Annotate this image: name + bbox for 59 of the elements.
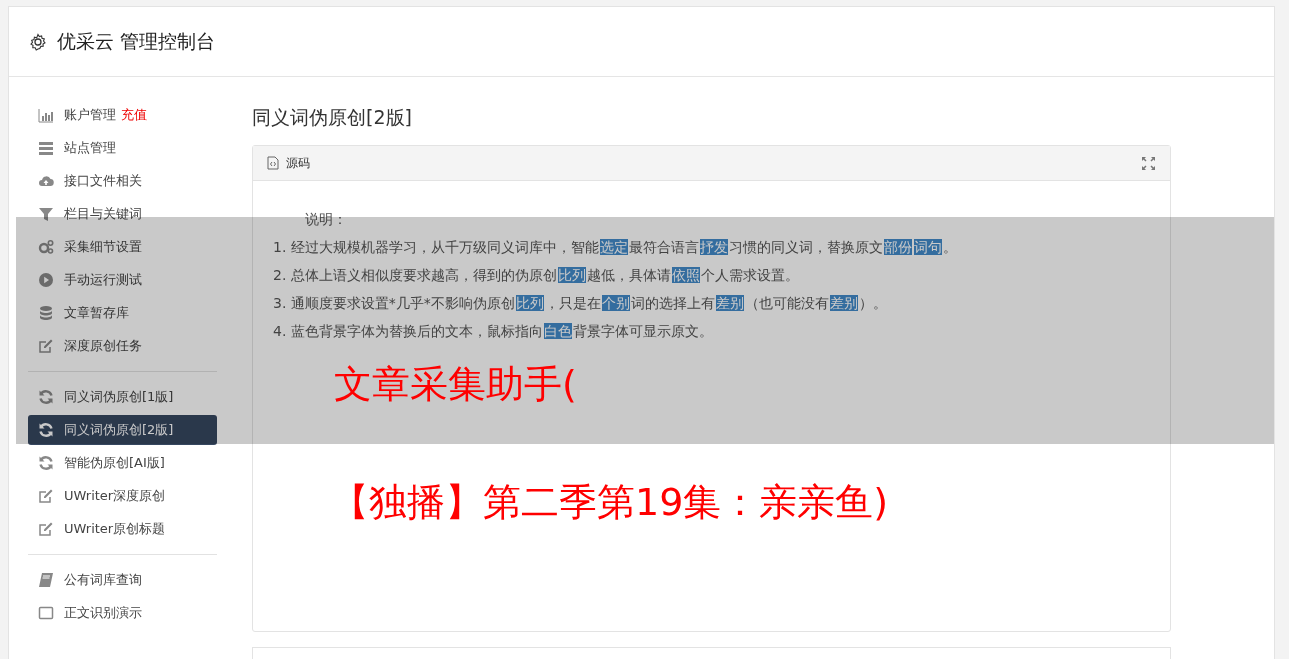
sidebar-item[interactable]: 账户管理 充值 [28,100,217,130]
sidebar-item-label: 深度原创任务 [64,337,142,355]
sidebar-item-label: UWriter原创标题 [64,520,166,538]
sidebar-item[interactable]: UWriter原创标题 [28,514,217,544]
sidebar-item-label: 手动运行测试 [64,271,142,289]
bar-chart-icon [38,107,54,123]
sidebar-item-label: 接口文件相关 [64,172,142,190]
refresh-icon [38,389,54,405]
sidebar-item[interactable]: 同义词伪原创[1版] [28,382,217,412]
play-icon [38,272,54,288]
overlay-caption: 【独播】第二季第19集：亲亲鱼) [331,479,889,526]
console-title: 优采云 管理控制台 [57,28,216,54]
instruction-line: 3. 通顺度要求设置*几乎*不影响伪原创 比列，只是在个别词的选择上有差别（也可能没有差别）。 [273,294,888,313]
sidebar-item-label: 栏目与关键词 [64,205,142,223]
sidebar-item[interactable]: 文章暂存库 [28,298,217,328]
edit-icon [38,521,54,537]
sidebar-item-label: UWriter深度原创 [64,487,166,505]
sidebar-item-label: 智能伪原创[AI版] [64,454,165,472]
refresh-icon [38,455,54,471]
sidebar-item-label: 账户管理 [64,106,116,124]
overlay-caption: 文章采集助手( [334,361,577,408]
sidebar-item[interactable]: 正文识别演示 [28,598,217,628]
intro-label: 说明： [304,210,348,229]
expand-icon[interactable] [1141,155,1156,171]
sidebar-item-label: 文章暂存库 [64,304,129,322]
sidebar-item-label: 正文识别演示 [64,604,142,622]
instruction-line: 2. 总体上语义相似度要求越高，得到的伪原创 比列越低，具体请依照个人需求设置。 [273,266,800,285]
server-icon [38,140,54,156]
database-icon [38,305,54,321]
cloud-upload-icon [38,173,54,189]
gears-icon [38,239,54,255]
filter-icon [38,206,54,222]
sidebar-item[interactable]: 智能伪原创[AI版] [28,448,217,478]
instruction-line: 4. 蓝色背景字体为替换后的文本，鼠标指向 白色背景字体可显示原文。 [273,322,714,341]
sidebar-item[interactable]: UWriter深度原创 [28,481,217,511]
sidebar-item[interactable]: 采集细节设置 [28,232,217,262]
sidebar-item-label: 站点管理 [64,139,116,157]
instruction-line: 1. 经过大规模机器学习，从千万级同义词库中，智能选定最符合语言抒发习惯的同义词，替换原文部份词句。 [273,238,958,257]
refresh-icon [38,422,54,438]
window-icon [38,605,54,621]
settings-icon [29,32,47,51]
sidebar-item[interactable]: 站点管理 [28,133,217,163]
recharge-link[interactable]: 充值 [121,106,147,124]
sidebar-item-label: 采集细节设置 [64,238,142,256]
panel-title: 源码 [286,154,311,172]
sidebar-item[interactable]: 深度原创任务 [28,331,217,361]
sidebar-item[interactable]: 接口文件相关 [28,166,217,196]
code-file-icon [267,156,279,170]
sidebar-item-label: 同义词伪原创[1版] [64,388,174,406]
sidebar-item-label: 公有词库查询 [64,571,142,589]
sidebar-item[interactable]: 手动运行测试 [28,265,217,295]
edit-icon [38,338,54,354]
sidebar-item-label: 同义词伪原创[2版] [64,421,174,439]
edit-icon [38,488,54,504]
sidebar-item[interactable]: 同义词伪原创[2版] [28,415,217,445]
sidebar-item[interactable]: 栏目与关键词 [28,199,217,229]
sidebar-item[interactable]: 公有词库查询 [28,565,217,595]
book-icon [38,572,54,588]
page-title: 同义词伪原创[2版] [252,105,413,130]
